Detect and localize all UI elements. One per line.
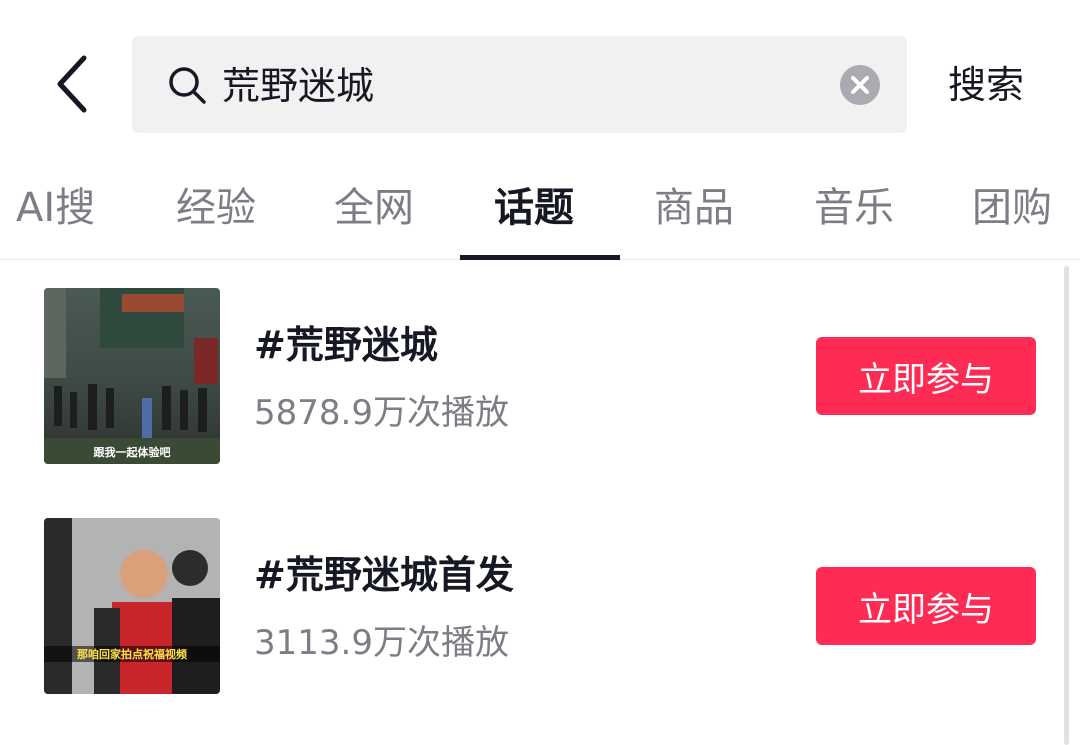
category-tabs: AI搜 经验 全网 话题 商品 音乐 团购	[0, 158, 1080, 260]
join-button[interactable]: 立即参与	[816, 337, 1036, 415]
thumbnail-caption: 跟我一起体验吧	[93, 446, 171, 459]
topic-list: 跟我一起体验吧 #荒野迷城 5878.9万次播放 立即参与 那咱回家拍点祝福视频…	[0, 262, 1080, 745]
search-button[interactable]: 搜索	[948, 60, 1024, 110]
tab-topics[interactable]: 话题	[494, 180, 574, 236]
scrollbar[interactable]	[1064, 266, 1069, 745]
search-input[interactable]	[222, 56, 802, 116]
search-icon	[166, 64, 208, 106]
join-button[interactable]: 立即参与	[816, 567, 1036, 645]
thumbnail-caption: 那咱回家拍点祝福视频	[44, 646, 220, 662]
topic-row[interactable]: 跟我一起体验吧 #荒野迷城 5878.9万次播放 立即参与	[0, 288, 1060, 468]
clear-icon[interactable]	[840, 65, 880, 105]
tab-music[interactable]: 音乐	[814, 180, 894, 236]
tab-group-buy[interactable]: 团购	[972, 180, 1052, 236]
play-count: 5878.9万次播放	[254, 393, 509, 433]
active-tab-indicator	[460, 255, 620, 260]
topic-row[interactable]: 那咱回家拍点祝福视频 #荒野迷城首发 3113.9万次播放 立即参与	[0, 518, 1060, 698]
back-icon[interactable]	[48, 52, 100, 116]
search-header: 搜索	[0, 0, 1080, 150]
tab-products[interactable]: 商品	[654, 180, 734, 236]
topic-title[interactable]: #荒野迷城首发	[254, 550, 514, 600]
topic-thumbnail[interactable]: 跟我一起体验吧	[44, 288, 220, 464]
tab-web[interactable]: 全网	[334, 180, 414, 236]
topic-thumbnail[interactable]: 那咱回家拍点祝福视频	[44, 518, 220, 694]
play-count: 3113.9万次播放	[254, 623, 509, 663]
tab-experience[interactable]: 经验	[176, 180, 256, 236]
tab-ai-search[interactable]: AI搜	[16, 180, 95, 236]
topic-title[interactable]: #荒野迷城	[254, 320, 438, 370]
